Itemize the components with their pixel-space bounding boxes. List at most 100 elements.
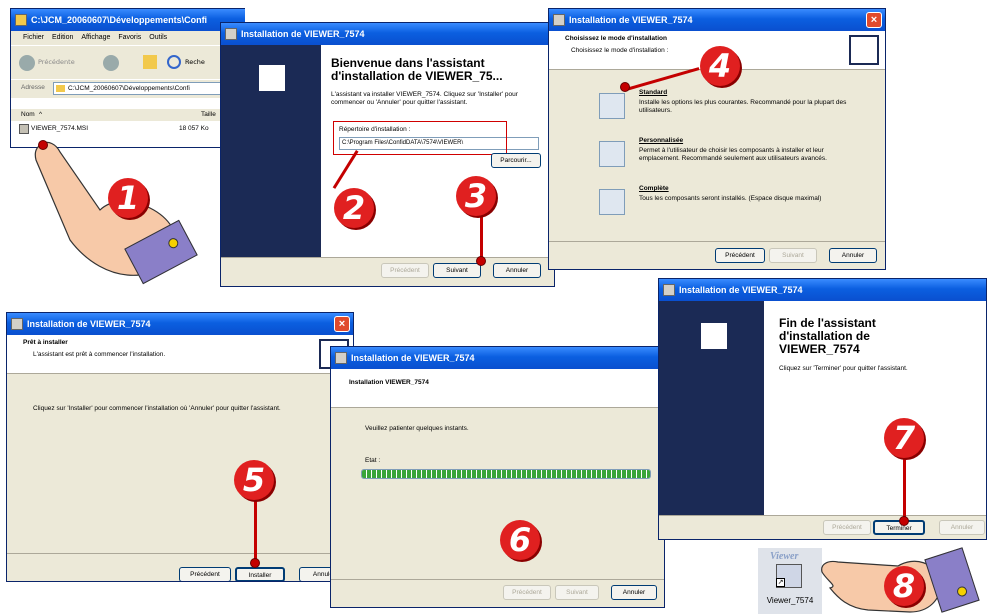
close-icon[interactable]: × bbox=[866, 12, 882, 28]
step-badge-4: 4 bbox=[700, 46, 740, 86]
sort-arrow-icon: ^ bbox=[39, 111, 43, 118]
cuff-button-1 bbox=[166, 236, 181, 250]
address-folder-icon bbox=[56, 85, 65, 92]
step-badge-5: 5 bbox=[234, 460, 274, 500]
cuff-button-8 bbox=[955, 585, 969, 598]
ready-body: Cliquez sur 'Installer' pour commencer l… bbox=[33, 405, 281, 412]
file-name: VIEWER_7574.MSI bbox=[31, 125, 89, 132]
file-row[interactable]: VIEWER_7574.MSI 18 057 Ko bbox=[11, 123, 245, 135]
custom-option-icon[interactable] bbox=[599, 141, 625, 167]
complete-option-name[interactable]: Complète bbox=[639, 185, 669, 193]
progress-heading: Installation VIEWER_7574 bbox=[349, 379, 429, 386]
ready-prev-button[interactable]: Précédent bbox=[179, 567, 231, 581]
wizard-side-panel bbox=[221, 45, 321, 257]
ready-heading: Prêt à installer bbox=[23, 339, 68, 346]
standard-option-icon[interactable] bbox=[599, 93, 625, 119]
file-list-header: Nom ^ Taille bbox=[11, 109, 245, 121]
col-size-header[interactable]: Taille bbox=[201, 109, 216, 121]
finish-separator bbox=[659, 515, 986, 516]
desktop-shortcut[interactable]: Viewer ↗ Viewer_7574 bbox=[758, 548, 822, 614]
pointer-line-3 bbox=[480, 216, 483, 260]
mode-cancel-button[interactable]: Annuler bbox=[829, 248, 877, 263]
address-bar: Adresse C:\JCM_20060607\Développements\C… bbox=[11, 79, 245, 98]
pointing-hand-8 bbox=[821, 560, 941, 613]
ready-title: Installation de VIEWER_7574 bbox=[27, 319, 151, 329]
back-arrow-icon[interactable] bbox=[19, 55, 35, 71]
finish-title: Installation de VIEWER_7574 bbox=[679, 285, 803, 295]
custom-option-desc: Permet à l'utilisateur de choisir les co… bbox=[639, 147, 827, 162]
menu-affichage[interactable]: Affichage bbox=[81, 34, 110, 41]
standard-option-desc: Installe les options les plus courantes.… bbox=[639, 99, 847, 114]
progress-cancel-button[interactable]: Annuler bbox=[611, 585, 657, 600]
progress-state-label: Etat : bbox=[365, 457, 381, 464]
address-input[interactable]: C:\JCM_20060607\Développements\Confi bbox=[53, 82, 245, 95]
mode-sub: Choisissez le mode d'installation : bbox=[571, 47, 669, 54]
progress-window: Installation de VIEWER_7574 Installation… bbox=[330, 346, 665, 608]
install-button[interactable]: Installer bbox=[235, 567, 285, 581]
installer-icon bbox=[225, 28, 237, 40]
disc-logo-icon bbox=[257, 63, 287, 93]
pointer-dot-4 bbox=[620, 82, 630, 92]
progress-wait: Veuillez patienter quelques instants. bbox=[365, 425, 469, 432]
welcome-window: Installation de VIEWER_7574 Bienvenue da… bbox=[220, 22, 555, 287]
welcome-prev-button[interactable]: Précédent bbox=[381, 263, 429, 278]
progress-next-button[interactable]: Suivant bbox=[555, 585, 599, 600]
pointer-dot-3 bbox=[476, 256, 486, 266]
up-folder-icon[interactable] bbox=[143, 55, 157, 69]
search-icon[interactable] bbox=[167, 55, 181, 69]
progress-bar bbox=[361, 469, 651, 479]
progress-fill bbox=[362, 470, 650, 478]
mode-prev-button[interactable]: Précédent bbox=[715, 248, 765, 263]
welcome-heading: Bienvenue dans l'assistant d'installatio… bbox=[331, 56, 503, 83]
welcome-cancel-button[interactable]: Annuler bbox=[493, 263, 541, 278]
step-badge-7: 7 bbox=[884, 418, 924, 458]
welcome-title: Installation de VIEWER_7574 bbox=[241, 29, 365, 39]
wizard-side-panel bbox=[659, 301, 764, 515]
welcome-next-button[interactable]: Suivant bbox=[433, 263, 481, 278]
shortcut-label: Viewer_7574 bbox=[766, 596, 814, 605]
pointer-dot-7 bbox=[899, 516, 909, 526]
standard-option-name[interactable]: Standard bbox=[639, 89, 667, 97]
finish-heading: Fin de l'assistant d'installation de VIE… bbox=[779, 316, 876, 356]
ready-sub: L'assistant est prêt à commencer l'insta… bbox=[33, 351, 166, 358]
installer-icon bbox=[553, 14, 565, 26]
explorer-titlebar[interactable]: C:\JCM_20060607\Développements\Confi bbox=[11, 9, 245, 31]
disc-logo-icon bbox=[699, 321, 729, 351]
finish-titlebar[interactable]: Installation de VIEWER_7574 bbox=[659, 279, 986, 301]
ready-window: Installation de VIEWER_7574 × Prêt à ins… bbox=[6, 312, 354, 582]
menu-edition[interactable]: Edition bbox=[52, 34, 73, 41]
ready-titlebar[interactable]: Installation de VIEWER_7574 × bbox=[7, 313, 353, 335]
step-badge-3: 3 bbox=[456, 176, 496, 216]
menu-fichier[interactable]: Fichier bbox=[23, 34, 44, 41]
complete-option-icon[interactable] bbox=[599, 189, 625, 215]
menu-favoris[interactable]: Favoris bbox=[118, 34, 141, 41]
progress-separator bbox=[331, 579, 664, 580]
dir-highlight-box bbox=[333, 121, 507, 155]
mode-titlebar[interactable]: Installation de VIEWER_7574 × bbox=[549, 9, 885, 31]
search-button-label[interactable]: Reche bbox=[185, 58, 205, 66]
menu-outils[interactable]: Outils bbox=[149, 34, 167, 41]
finish-desc: Cliquez sur 'Terminer' pour quitter l'as… bbox=[779, 365, 908, 372]
forward-arrow-icon[interactable] bbox=[103, 55, 119, 71]
step-badge-8: 8 bbox=[884, 566, 924, 606]
mode-heading: Choisissez le mode d'installation bbox=[565, 35, 667, 42]
file-size: 18 057 Ko bbox=[179, 125, 209, 132]
progress-prev-button[interactable]: Précédent bbox=[503, 585, 551, 600]
progress-titlebar[interactable]: Installation de VIEWER_7574 bbox=[331, 347, 664, 369]
browse-button[interactable]: Parcourir... bbox=[491, 153, 541, 168]
col-name-header[interactable]: Nom bbox=[21, 109, 35, 121]
close-icon[interactable]: × bbox=[334, 316, 350, 332]
ready-header-separator bbox=[7, 373, 353, 374]
custom-option-name[interactable]: Personnalisée bbox=[639, 137, 683, 145]
progress-title: Installation de VIEWER_7574 bbox=[351, 353, 475, 363]
mode-next-button[interactable]: Suivant bbox=[769, 248, 817, 263]
welcome-separator bbox=[221, 257, 554, 258]
finish-cancel-button[interactable]: Annuler bbox=[939, 520, 985, 535]
welcome-titlebar[interactable]: Installation de VIEWER_7574 bbox=[221, 23, 554, 45]
shortcut-arrow-icon: ↗ bbox=[776, 578, 785, 587]
installer-icon bbox=[335, 352, 347, 364]
explorer-path-title: C:\JCM_20060607\Développements\Confi bbox=[31, 15, 208, 25]
finish-prev-button[interactable]: Précédent bbox=[823, 520, 871, 535]
ready-separator bbox=[7, 553, 353, 554]
back-button-label[interactable]: Précédente bbox=[38, 58, 75, 66]
